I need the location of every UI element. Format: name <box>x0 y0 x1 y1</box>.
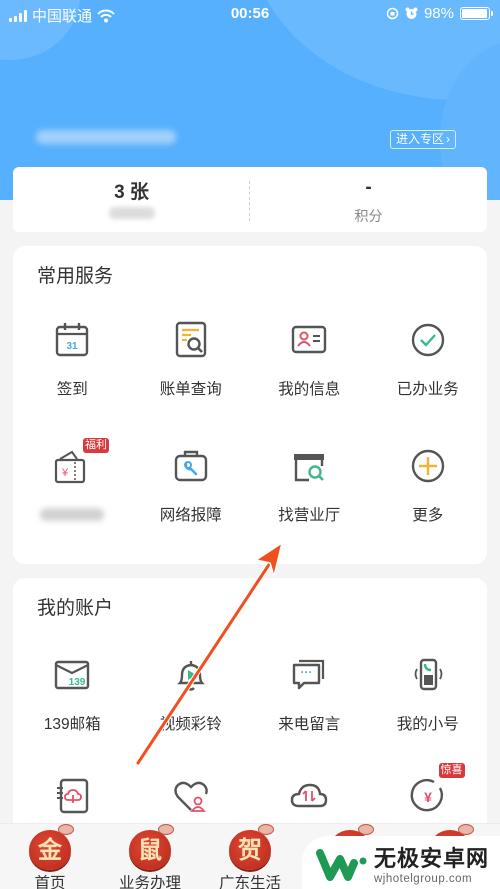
cloud-transfer-icon <box>291 783 328 808</box>
welfare-badge: 福利 <box>83 438 109 453</box>
family-heart-icon <box>174 781 208 812</box>
mail-139-icon: 139 <box>55 660 90 690</box>
account-label: 我的小号 <box>396 716 459 733</box>
status-bar: 中国联通 00:56 98% <box>0 0 500 28</box>
mouse-coin-icon: 鼠 <box>129 830 171 870</box>
video-ringtone-bell-icon <box>176 661 205 691</box>
battery-icon <box>460 7 493 20</box>
services-row: ¥ 福利 网络报障 找营业厅 更多 <box>13 438 488 525</box>
account-surprise-rewards[interactable]: ¥ 惊喜 <box>369 763 488 816</box>
service-label: 已办业务 <box>396 381 459 398</box>
mouse-mascot-icon <box>58 824 74 835</box>
id-card-icon <box>292 325 327 354</box>
enter-zone-label: 进入专区 <box>396 132 445 146</box>
service-label-redacted <box>40 508 105 521</box>
app-screen: 中国联通 00:56 98% 进入专区 › 3 张 - 积分 常用服务 31 签… <box>0 0 500 889</box>
site-watermark: 无极安卓网 wjhotelgroup.com <box>302 836 500 889</box>
account-139-mail[interactable]: 139 139邮箱 <box>13 655 132 734</box>
coupon-count-stat[interactable]: 3 张 <box>13 167 250 232</box>
points-value: - <box>365 177 372 198</box>
phone-number-redacted <box>36 130 176 144</box>
service-label: 网络报障 <box>159 507 222 524</box>
tab-label: 广东生活 <box>218 875 281 889</box>
section-title: 我的账户 <box>37 598 114 619</box>
tab-label: 业务办理 <box>118 875 181 889</box>
battery-level <box>462 9 488 18</box>
enter-zone-button[interactable]: 进入专区 › <box>390 130 457 149</box>
account-cloud-notes[interactable] <box>13 776 132 816</box>
service-find-store[interactable]: 找营业厅 <box>250 446 369 525</box>
account-label: 139邮箱 <box>43 716 101 733</box>
orientation-lock-icon <box>386 7 399 20</box>
mouse-mascot-icon <box>358 824 374 835</box>
watermark-logo-icon <box>316 848 367 881</box>
service-label: 账单查询 <box>159 381 222 398</box>
service-welfare-center[interactable]: ¥ 福利 <box>13 438 132 525</box>
mouse-mascot-icon <box>458 824 474 835</box>
chevron-right-icon: › <box>446 132 451 146</box>
bill-search-icon <box>175 321 206 358</box>
watermark-name: 无极安卓网 <box>374 845 490 871</box>
sub-number-phone-icon <box>414 658 443 691</box>
service-check-in[interactable]: 31 签到 <box>13 320 132 399</box>
mouse-mascot-icon <box>158 824 174 835</box>
store-search-icon <box>294 454 325 482</box>
mail-number: 139 <box>69 677 86 688</box>
service-my-info[interactable]: 我的信息 <box>250 320 369 399</box>
alarm-icon <box>405 7 418 19</box>
account-family[interactable] <box>132 776 251 816</box>
account-summary-card: 3 张 - 积分 <box>13 167 487 232</box>
battery-percent: 98% <box>423 5 454 22</box>
account-video-ringtone[interactable]: 视频彩铃 <box>132 655 251 734</box>
account-label: 视频彩铃 <box>159 716 222 733</box>
gold-coin-icon: 金 <box>29 830 71 870</box>
account-sub-number[interactable]: 我的小号 <box>369 655 488 734</box>
calendar-icon: 31 <box>56 323 89 357</box>
greeting-coin-icon: 贺 <box>229 830 271 870</box>
service-more[interactable]: 更多 <box>369 446 488 525</box>
section-title: 常用服务 <box>37 266 114 287</box>
repair-toolbox-icon <box>174 450 207 482</box>
service-label: 找营业厅 <box>278 507 341 524</box>
service-label: 我的信息 <box>278 381 341 398</box>
surprise-badge: 惊喜 <box>438 763 465 778</box>
mouse-mascot-icon <box>258 824 274 835</box>
chat-dots: ··· <box>301 665 313 679</box>
account-cloud-transfer[interactable] <box>250 776 369 816</box>
account-row: ¥ 惊喜 <box>13 763 488 816</box>
coupon-count-value: 3 张 <box>114 182 149 203</box>
cloud-notebook-icon <box>57 778 89 814</box>
calendar-day: 31 <box>67 341 79 352</box>
services-row: 31 签到 账单查询 我的信息 已办业务 <box>13 320 487 399</box>
chat-bubbles-icon: ··· <box>293 659 325 690</box>
yuan-coin-icon: ¥ <box>410 779 443 812</box>
tab-label: 首页 <box>34 875 66 889</box>
currency-symbol: ¥ <box>424 789 432 805</box>
plus-circle-icon <box>411 449 444 483</box>
service-network-repair[interactable]: 网络报障 <box>132 446 251 525</box>
points-stat[interactable]: - 积分 <box>250 167 487 232</box>
common-services-card: 常用服务 31 签到 账单查询 我的信息 已办业务 ¥ 福利 网络报障 找营业厅… <box>13 246 487 564</box>
watermark-domain: wjhotelgroup.com <box>374 872 473 885</box>
service-bill-query[interactable]: 账单查询 <box>132 320 251 399</box>
service-label: 签到 <box>56 381 88 398</box>
account-voicemail[interactable]: ··· 来电留言 <box>250 655 369 734</box>
currency-symbol: ¥ <box>61 467 69 479</box>
service-completed-business[interactable]: 已办业务 <box>369 320 488 399</box>
check-circle-icon <box>411 323 444 357</box>
account-row: 139 139邮箱 视频彩铃 ··· 来电留言 我的小号 <box>13 655 487 734</box>
coupon-count-label-redacted <box>108 207 155 219</box>
points-label: 积分 <box>354 208 383 224</box>
my-account-card: 我的账户 139 139邮箱 视频彩铃 ··· 来电留言 我的小号 ¥ 惊喜 <box>13 578 487 838</box>
account-label: 来电留言 <box>278 716 341 733</box>
service-label: 更多 <box>412 507 444 524</box>
